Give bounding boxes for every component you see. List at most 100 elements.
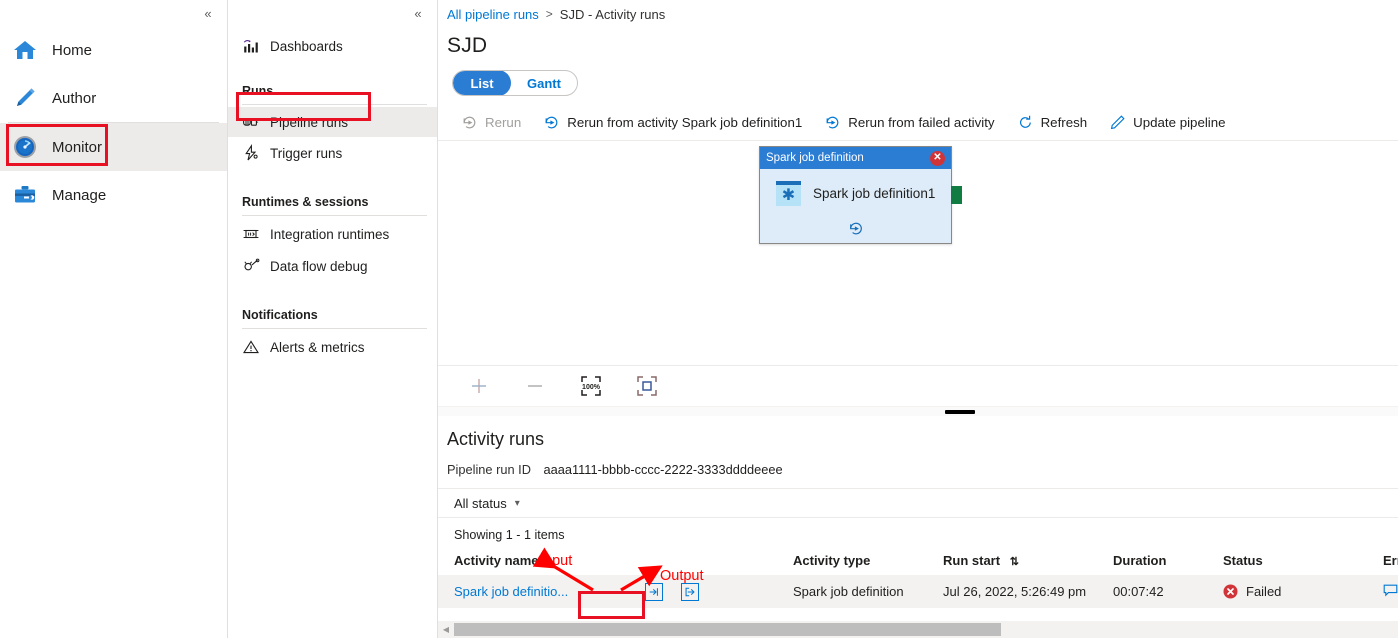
menu-group-title-runtimes: Runtimes & sessions (228, 183, 437, 209)
cell-run-start: Jul 26, 2022, 5:26:49 pm (943, 575, 1113, 608)
menu-item-trigger-runs[interactable]: Trigger runs (228, 137, 437, 169)
monitor-menu-panel: « Dashboards Runs (228, 0, 438, 638)
cell-activity-name: Spark job definitio... (438, 575, 643, 608)
chevron-double-left-icon[interactable]: « (407, 3, 429, 23)
menu-group-title-runs: Runs (228, 72, 437, 98)
menu-item-integration-runtimes[interactable]: Integration runtimes (228, 218, 437, 250)
alert-triangle-icon (242, 338, 260, 356)
col-activity-type[interactable]: Activity type (793, 549, 943, 575)
main-content: All pipeline runs > SJD - Activity runs … (438, 0, 1398, 638)
activity-node-title: Spark job definition (766, 152, 864, 164)
rerun-icon (461, 114, 478, 131)
cell-duration: 00:07:42 (1113, 575, 1223, 608)
pencil-edit-icon (1109, 114, 1126, 131)
nav-label-monitor: Monitor (52, 139, 102, 156)
col-spacer (643, 549, 793, 575)
col-status[interactable]: Status (1223, 549, 1383, 575)
nav-item-author[interactable]: Author (0, 74, 227, 122)
refresh-icon (1017, 114, 1034, 131)
rerun-button[interactable]: Rerun (450, 107, 532, 137)
table-row[interactable]: Spark job definitio... (438, 575, 1398, 608)
svg-text:100%: 100% (582, 384, 601, 391)
nav-label-author: Author (52, 90, 96, 107)
menu-label-data-flow-debug: Data flow debug (270, 259, 368, 274)
zoom-100-percent-icon[interactable]: 100% (576, 371, 606, 401)
chevron-double-left-icon[interactable]: « (197, 3, 219, 23)
breadcrumb-separator: > (546, 7, 553, 21)
cell-activity-type: Spark job definition (793, 575, 943, 608)
update-pipeline-label: Update pipeline (1133, 115, 1225, 130)
zoom-to-fit-icon[interactable] (632, 371, 662, 401)
menu-divider (242, 215, 427, 216)
menu-group-title-notifications: Notifications (228, 296, 437, 322)
pipeline-runs-icon (242, 113, 260, 131)
home-icon (12, 37, 38, 63)
activity-node-output-port[interactable] (951, 186, 962, 204)
integration-runtime-icon (242, 225, 260, 243)
rerun-icon (543, 114, 560, 131)
col-duration[interactable]: Duration (1113, 549, 1223, 575)
input-arrow-icon[interactable] (645, 583, 663, 601)
rerun-from-activity-button[interactable]: Rerun from activity Spark job definition… (532, 107, 813, 137)
pipeline-toolbar: Rerun Rerun from activity Spark job defi… (438, 104, 1398, 141)
activity-node-spark-job-definition[interactable]: Spark job definition ✕ ✱ Spark job defin… (759, 146, 952, 244)
rerun-icon (824, 114, 841, 131)
close-circle-icon[interactable]: ✕ (930, 151, 945, 166)
status-filter-bar: All status ▾ (438, 488, 1398, 518)
col-run-start[interactable]: Run start ⇅ (943, 549, 1113, 575)
showing-count: Showing 1 - 1 items (438, 528, 1398, 542)
monitor-gauge-icon (12, 134, 38, 160)
comment-bubble-icon[interactable] (1383, 584, 1398, 597)
cell-error (1383, 575, 1398, 608)
menu-panel-collapse-row: « (228, 0, 437, 26)
tab-list[interactable]: List (453, 70, 511, 96)
nav-item-home[interactable]: Home (0, 26, 227, 74)
view-toggle-wrap: List Gantt (438, 70, 1398, 96)
col-error[interactable]: Error (1383, 549, 1398, 575)
zoom-out-minus-icon[interactable] (520, 371, 550, 401)
table-header-row: Activity name Activity type Run start ⇅ … (438, 549, 1398, 575)
menu-label-integration-runtimes: Integration runtimes (270, 227, 389, 242)
status-filter-dropdown[interactable]: All status ▾ (454, 496, 520, 511)
rerun-from-failed-activity-button[interactable]: Rerun from failed activity (813, 107, 1005, 137)
menu-divider (242, 328, 427, 329)
zoom-in-plus-icon[interactable] (464, 371, 494, 401)
output-arrow-icon[interactable] (681, 583, 699, 601)
menu-item-data-flow-debug[interactable]: Data flow debug (228, 250, 437, 282)
page-title: SJD (438, 34, 1398, 58)
panel-resize-splitter[interactable] (438, 406, 1398, 416)
cell-status: Failed (1223, 575, 1383, 608)
col-activity-name[interactable]: Activity name (438, 549, 643, 575)
scrollbar-thumb[interactable] (454, 623, 1001, 636)
breadcrumb: All pipeline runs > SJD - Activity runs (438, 0, 1398, 28)
nav-item-monitor[interactable]: Monitor (0, 123, 227, 171)
chevron-down-icon: ▾ (515, 498, 520, 509)
menu-item-dashboards[interactable]: Dashboards (228, 30, 437, 62)
menu-item-alerts-metrics[interactable]: Alerts & metrics (228, 331, 437, 363)
activity-name-link[interactable]: Spark job definitio... (454, 584, 568, 599)
toolbox-icon (12, 182, 38, 208)
scroll-left-arrow-icon[interactable]: ◀ (438, 625, 454, 634)
left-navigation-rail: « Home Author (0, 0, 228, 638)
pencil-icon (12, 85, 38, 111)
rerun-icon[interactable] (847, 220, 864, 237)
spark-asterisk-icon: ✱ (776, 181, 801, 206)
table-horizontal-scrollbar[interactable]: ◀ (438, 621, 1398, 638)
refresh-button[interactable]: Refresh (1006, 107, 1099, 137)
tab-gantt[interactable]: Gantt (511, 70, 577, 96)
breadcrumb-all-pipeline-runs[interactable]: All pipeline runs (447, 7, 539, 22)
sort-updown-icon[interactable]: ⇅ (1010, 555, 1019, 568)
col-run-start-label: Run start (943, 553, 1000, 568)
pipeline-run-id-value: aaaa1111-bbbb-cccc-2222-3333ddddeeee (544, 462, 783, 477)
nav-label-home: Home (52, 42, 92, 59)
splitter-grip[interactable] (945, 410, 975, 414)
menu-item-pipeline-runs[interactable]: Pipeline runs (228, 107, 437, 137)
breadcrumb-current: SJD - Activity runs (560, 7, 665, 22)
view-toggle: List Gantt (452, 70, 578, 96)
pipeline-run-id-label: Pipeline run ID (447, 462, 531, 477)
left-nav-collapse-row: « (0, 0, 227, 26)
menu-label-alerts-metrics: Alerts & metrics (270, 340, 365, 355)
pipeline-canvas[interactable]: Spark job definition ✕ ✱ Spark job defin… (438, 141, 1398, 366)
nav-item-manage[interactable]: Manage (0, 171, 227, 219)
update-pipeline-button[interactable]: Update pipeline (1098, 107, 1236, 137)
